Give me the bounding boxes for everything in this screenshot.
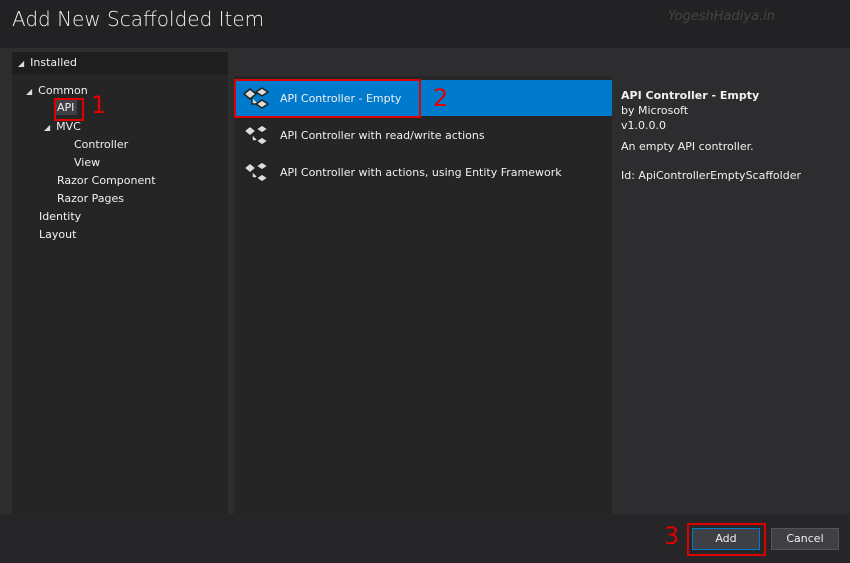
tree-item-view[interactable]: View — [74, 156, 100, 169]
dialog-title: Add New Scaffolded Item — [12, 7, 265, 31]
annotation-number-2: 2 — [433, 84, 449, 112]
add-button[interactable]: Add — [692, 528, 760, 550]
annotation-number-1: 1 — [91, 91, 107, 119]
title-bar: Add New Scaffolded Item YogeshHadiya.in — [0, 0, 850, 48]
tree-header-label: Installed — [30, 56, 78, 69]
tree-item-label: Common — [38, 84, 88, 97]
tree-item-identity[interactable]: Identity — [39, 210, 81, 223]
api-controller-icon — [242, 124, 270, 146]
details-panel: API Controller - Empty by Microsoft v1.0… — [612, 76, 850, 514]
annotation-number-3: 3 — [664, 522, 680, 550]
tree-item-layout[interactable]: Layout — [39, 228, 76, 241]
expand-triangle-icon[interactable]: ◢ — [18, 59, 24, 68]
cancel-button[interactable]: Cancel — [771, 528, 839, 550]
details-author: by Microsoft — [621, 104, 689, 117]
tree-item-razor-component[interactable]: Razor Component — [57, 174, 156, 187]
tree-item-label: MVC — [56, 120, 81, 133]
template-item-api-controller-read-write[interactable]: API Controller with read/write actions — [234, 117, 612, 153]
annotation-box-2 — [234, 79, 421, 118]
api-controller-icon — [242, 161, 270, 183]
expand-triangle-icon[interactable]: ◢ — [44, 123, 50, 132]
details-name: API Controller - Empty — [621, 89, 760, 102]
expand-triangle-icon[interactable]: ◢ — [26, 87, 32, 96]
tree-item-mvc[interactable]: ◢ MVC — [44, 120, 81, 133]
tree-item-controller[interactable]: Controller — [74, 138, 128, 151]
template-list: API Controller - Empty API Controller wi… — [234, 76, 612, 514]
template-label: API Controller with actions, using Entit… — [280, 165, 562, 179]
tree-header-installed[interactable]: ◢ Installed — [12, 52, 228, 74]
details-description: An empty API controller. — [621, 140, 754, 153]
category-tree: ◢ Installed ◢ Common API ◢ MVC Controller V… — [12, 52, 228, 514]
annotation-box-1 — [54, 98, 84, 121]
details-version: v1.0.0.0 — [621, 119, 666, 132]
watermark: YogeshHadiya.in — [668, 9, 775, 24]
details-id: Id: ApiControllerEmptyScaffolder — [621, 169, 801, 182]
template-item-api-controller-ef[interactable]: API Controller with actions, using Entit… — [234, 154, 612, 190]
template-label: API Controller with read/write actions — [280, 128, 485, 142]
tree-item-common[interactable]: ◢ Common — [26, 84, 88, 97]
tree-item-razor-pages[interactable]: Razor Pages — [57, 192, 124, 205]
